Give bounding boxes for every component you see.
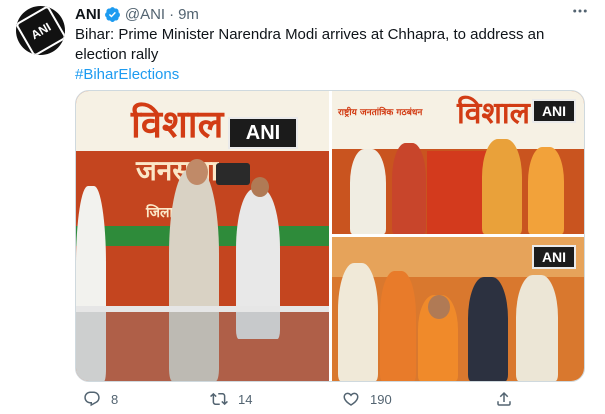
- reply-button[interactable]: 8: [83, 388, 118, 410]
- tweet-body: Bihar: Prime Minister Narendra Modi arri…: [75, 26, 545, 63]
- author-handle[interactable]: @ANI: [125, 6, 165, 23]
- retweet-icon: [210, 392, 228, 406]
- crowd-person-1: [338, 263, 378, 381]
- retweet-count: 14: [238, 391, 253, 407]
- tweet-text: Bihar: Prime Minister Narendra Modi arri…: [75, 25, 575, 85]
- stage-floor: [76, 312, 329, 381]
- author-name[interactable]: ANI: [75, 6, 101, 23]
- retweet-button[interactable]: 14: [210, 388, 252, 410]
- like-icon: [343, 392, 359, 406]
- verified-badge-icon: [104, 6, 120, 22]
- action-bar: 8 14 190: [75, 388, 585, 410]
- share-icon: [497, 391, 511, 406]
- like-button[interactable]: 190: [342, 388, 392, 410]
- ani-watermark-tr: ANI: [532, 99, 576, 123]
- crowd-person-2: [380, 271, 416, 381]
- tweet[interactable]: ANI ANI @ANI · 9m Bihar: Prime Minister …: [0, 0, 605, 414]
- photo-crowd[interactable]: ANI: [332, 237, 584, 381]
- separator-dot: ·: [169, 5, 175, 23]
- photo-modi-stage[interactable]: विशाल जनसभा जिला: छ ANI: [76, 91, 329, 381]
- like-count: 190: [370, 391, 392, 407]
- person-tr-2: [392, 143, 426, 234]
- ani-watermark-br: ANI: [532, 245, 576, 269]
- photo-stage-leaders[interactable]: राष्ट्रीय जनतांत्रिक गठबंधन विशाल ANI: [332, 91, 584, 234]
- tweet-header: ANI @ANI · 9m: [75, 4, 199, 24]
- head-photographer: [251, 177, 269, 197]
- media-grid: विशाल जनसभा जिला: छ ANI राष्ट्रीय जनतांत…: [75, 90, 585, 382]
- banner-text-1: विशाल: [131, 102, 224, 146]
- person-tr-3: [482, 139, 522, 234]
- crowd-head-3: [428, 295, 450, 319]
- banner-big-text: विशाल: [457, 96, 530, 131]
- head-modi: [186, 159, 208, 185]
- reply-icon: [84, 391, 100, 407]
- reply-count: 8: [111, 391, 119, 407]
- banner-small-text: राष्ट्रीय जनतांत्रिक गठबंधन: [338, 108, 423, 118]
- crowd-person-5: [516, 275, 558, 381]
- avatar[interactable]: ANI: [16, 6, 65, 55]
- share-button[interactable]: [495, 388, 523, 410]
- more-icon[interactable]: [569, 2, 591, 20]
- avatar-text: ANI: [28, 19, 53, 42]
- camera: [216, 163, 250, 185]
- avatar-logo: ANI: [16, 6, 65, 55]
- timestamp[interactable]: 9m: [178, 6, 199, 23]
- ani-watermark: ANI: [228, 117, 298, 149]
- person-tr-1: [350, 149, 386, 234]
- crowd-person-4: [468, 277, 508, 381]
- hashtag-link[interactable]: #BiharElections: [75, 66, 179, 83]
- person-tr-4: [528, 147, 564, 234]
